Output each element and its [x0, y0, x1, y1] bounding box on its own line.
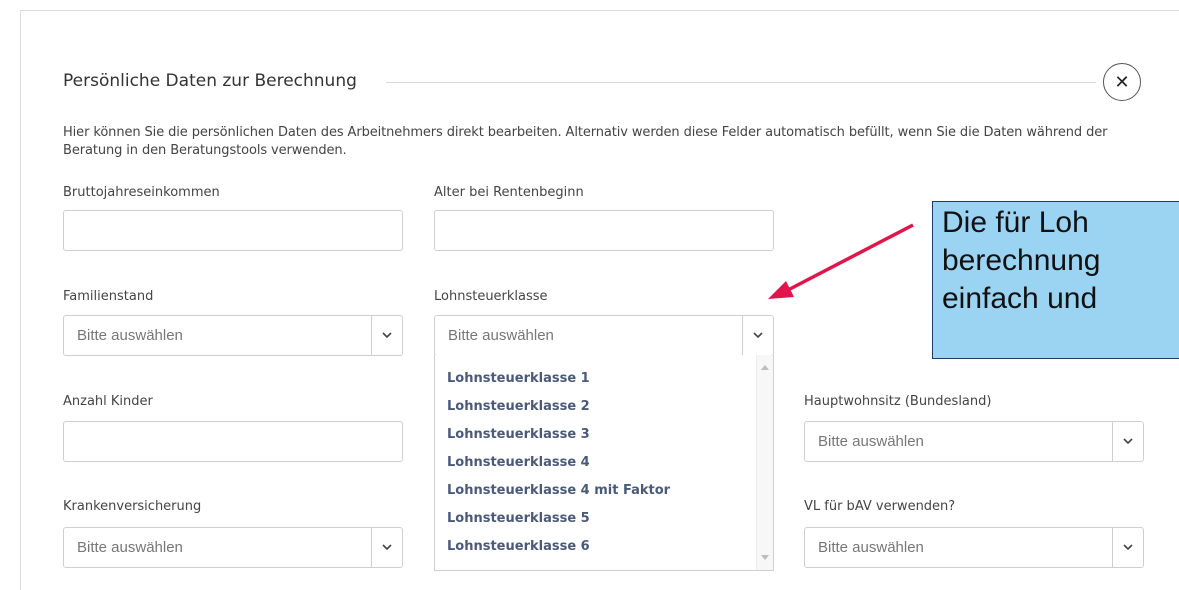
annotation-arrow	[768, 223, 914, 299]
